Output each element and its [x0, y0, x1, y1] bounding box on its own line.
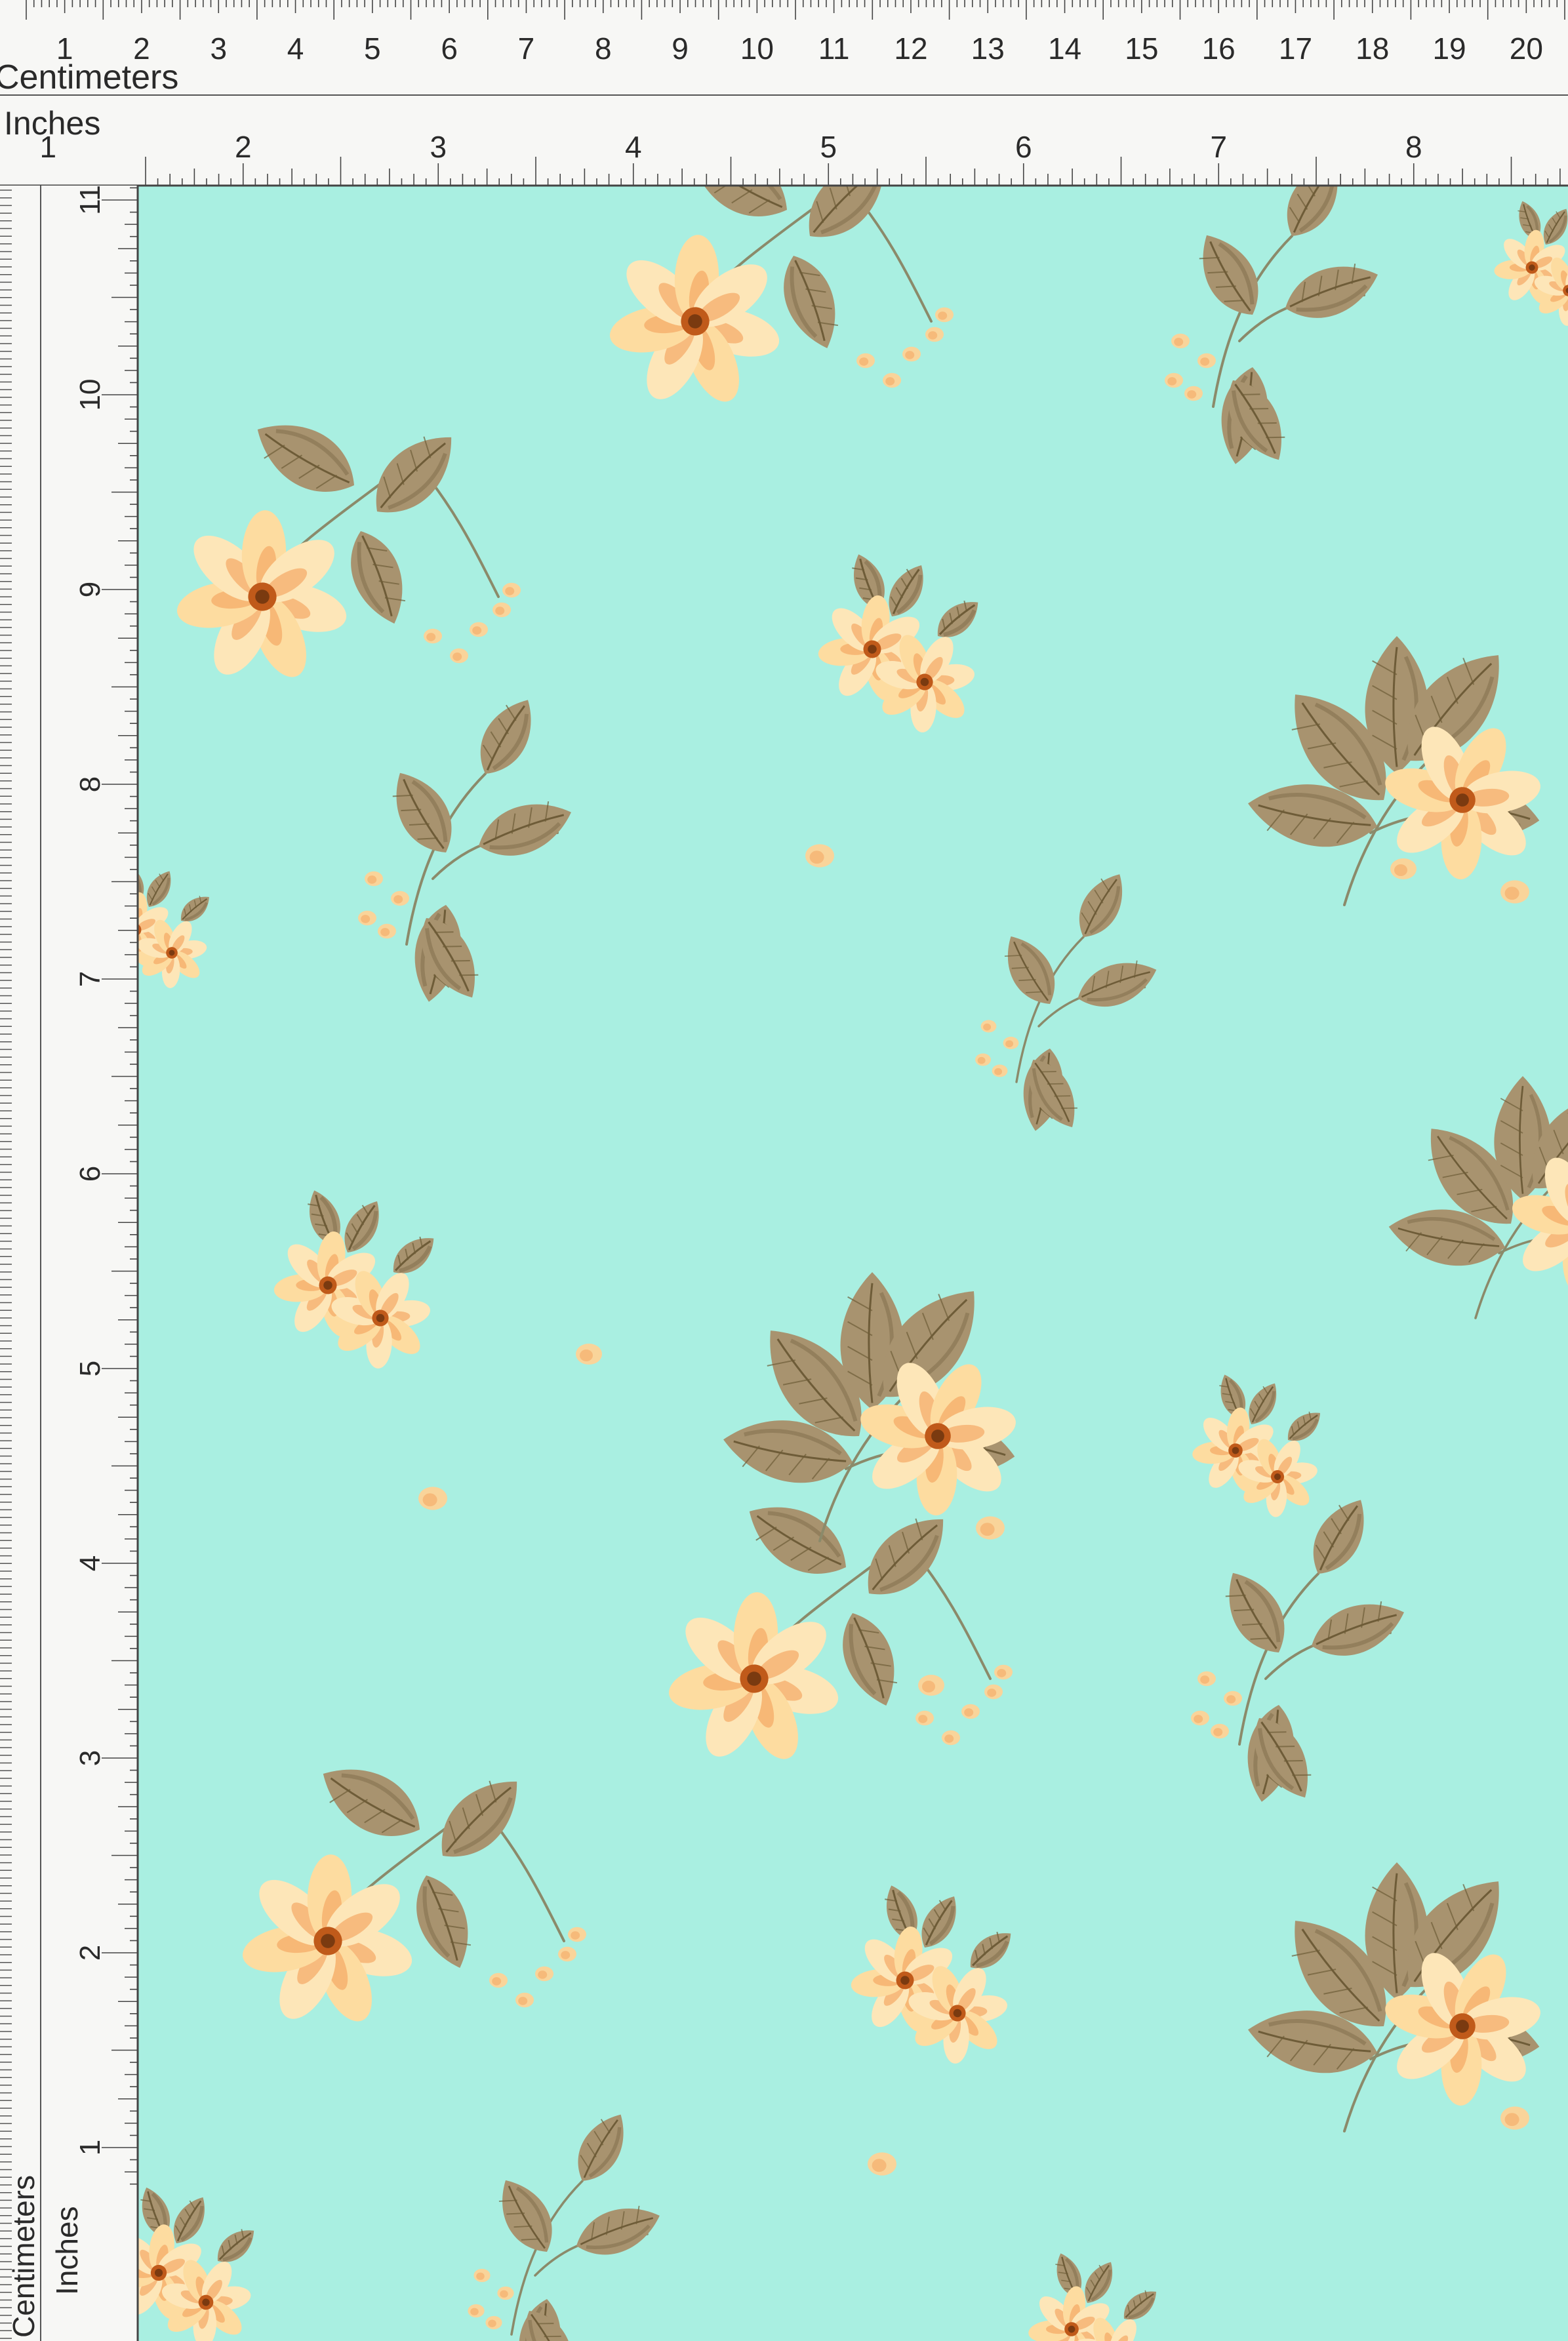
top-ruler-cm-number: 7 [518, 31, 535, 66]
top-ruler-inch-number: 2 [235, 130, 252, 164]
top-ruler-cm-number: 17 [1279, 31, 1312, 66]
fabric-photo-canvas: 1 2 3 4 5 6 7 8 9 10 11 12 13 14 15 16 17 18 19 20 12345678… [0, 0, 1568, 2341]
left-ruler-inch-number: 7 [74, 971, 106, 987]
top-ruler-cm-number: 6 [441, 31, 458, 66]
left-ruler-inch-number: 3 [74, 1750, 106, 1766]
top-ruler-inch-number: 3 [430, 130, 447, 164]
top-centimeters-label: Centimeters [0, 58, 178, 96]
left-ruler-inch-number: 5 [74, 1361, 106, 1376]
top-ruler-cm-number: 15 [1125, 31, 1158, 66]
left-ruler-inch-number: 4 [74, 1555, 106, 1571]
top-ruler-cm-number: 18 [1356, 31, 1389, 66]
top-ruler-cm-number: 10 [740, 31, 774, 66]
left-ruler-inch-number: 11 [74, 185, 106, 215]
top-ruler-inch-number: 4 [625, 130, 642, 164]
top-ruler-cm-number: 12 [894, 31, 927, 66]
top-ruler-cm-number: 14 [1048, 31, 1081, 66]
top-ruler-cm-number: 19 [1432, 31, 1466, 66]
top-ruler-cm-number: 5 [364, 31, 381, 66]
top-inches-label: Inches [4, 105, 100, 142]
top-ruler-cm-number: 16 [1202, 31, 1236, 66]
top-ruler-inch-number: 6 [1015, 130, 1032, 164]
top-ruler-inch-number: 7 [1210, 130, 1227, 164]
top-ruler-cm-number: 9 [672, 31, 689, 66]
left-centimeters-label: Centimeters [7, 2175, 41, 2338]
top-ruler-inch-number: 8 [1405, 130, 1422, 164]
left-ruler-inch-number: 9 [74, 582, 106, 597]
fabric-photo: 1 2 3 4 5 6 7 8 9 10 11 12 13 14 15 16 17 18 19 20 12345678… [0, 0, 1568, 2341]
left-ruler-inch-number: 6 [74, 1166, 106, 1182]
left-ruler-inch-number: 10 [74, 379, 106, 411]
left-ruler-inch-number: 8 [74, 776, 106, 792]
top-ruler-inch-number: 5 [820, 130, 837, 164]
top-ruler: 1 2 3 4 5 6 7 8 9 10 11 12 13 14 15 16 17 18 19 20 12345678… [0, 0, 1568, 187]
left-ruler-inch-number: 1 [74, 2140, 106, 2155]
left-inches-label: Inches [50, 2206, 84, 2295]
left-ruler: 1 2 3 4 5 6 7 8 9 10 11 Centimeters Inches [0, 185, 139, 2341]
top-ruler-cm-number: 3 [210, 31, 227, 66]
top-ruler-cm-number: 8 [595, 31, 612, 66]
top-ruler-cm-number: 4 [287, 31, 304, 66]
left-ruler-inch-number: 2 [74, 1945, 106, 1961]
top-ruler-cm-number: 13 [971, 31, 1005, 66]
top-ruler-cm-number: 20 [1510, 31, 1543, 66]
top-ruler-cm-number: 11 [818, 31, 850, 66]
